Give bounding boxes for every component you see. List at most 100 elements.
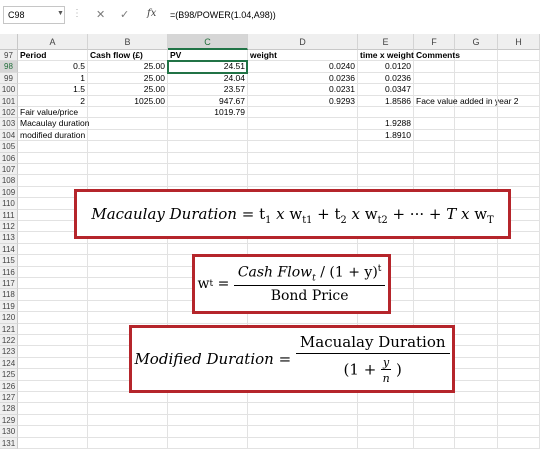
row-header-116[interactable]: 116 — [0, 266, 18, 278]
cell-c105[interactable] — [168, 141, 248, 153]
cell-a126[interactable] — [18, 380, 88, 392]
cell-g106[interactable] — [455, 152, 498, 164]
cell-b117[interactable] — [88, 278, 168, 290]
cell-h130[interactable] — [498, 426, 540, 438]
cell-c100[interactable]: 23.57 — [168, 84, 248, 96]
cell-h118[interactable] — [498, 289, 540, 301]
cell-g107[interactable] — [455, 164, 498, 176]
row-header-128[interactable]: 128 — [0, 403, 18, 415]
cell-b106[interactable] — [88, 152, 168, 164]
cell-d104[interactable] — [248, 129, 358, 142]
cell-g131[interactable] — [455, 437, 498, 449]
cell-f115[interactable] — [414, 255, 455, 267]
row-header-117[interactable]: 117 — [0, 278, 18, 290]
row-header-113[interactable]: 113 — [0, 232, 18, 244]
cell-e101[interactable]: 1.8586 — [358, 95, 414, 107]
cell-d128[interactable] — [248, 403, 358, 415]
cell-a125[interactable] — [18, 369, 88, 381]
cell-e108[interactable] — [358, 175, 414, 187]
cell-h126[interactable] — [498, 380, 540, 392]
cell-g103[interactable] — [455, 118, 498, 130]
row-header-130[interactable]: 130 — [0, 426, 18, 438]
cell-e105[interactable] — [358, 141, 414, 153]
cell-h128[interactable] — [498, 403, 540, 415]
cell-e100[interactable]: 0.0347 — [358, 84, 414, 96]
cell-d99[interactable]: 0.0236 — [248, 72, 358, 85]
column-header-e[interactable]: E — [358, 34, 414, 50]
cell-h120[interactable] — [498, 312, 540, 324]
cell-d108[interactable] — [248, 175, 358, 187]
cell-f99[interactable] — [414, 72, 455, 85]
row-header-118[interactable]: 118 — [0, 289, 18, 301]
row-header-125[interactable]: 125 — [0, 369, 18, 381]
cell-e104[interactable]: 1.8910 — [358, 129, 414, 142]
cell-a98[interactable]: 0.5 — [18, 61, 88, 73]
cell-e98[interactable]: 0.0120 — [358, 61, 414, 73]
cell-g126[interactable] — [455, 380, 498, 392]
cell-b97[interactable]: Cash flow (£) — [88, 50, 168, 62]
cell-f97[interactable]: Comments — [414, 50, 460, 62]
cell-h102[interactable] — [498, 107, 540, 119]
cell-d98[interactable]: 0.0240 — [248, 61, 358, 73]
cell-e99[interactable]: 0.0236 — [358, 72, 414, 85]
cell-a116[interactable] — [18, 266, 88, 278]
cell-h97[interactable] — [498, 50, 540, 62]
row-header-108[interactable]: 108 — [0, 175, 18, 187]
cell-h103[interactable] — [498, 118, 540, 130]
cell-a99[interactable]: 1 — [18, 72, 88, 85]
cell-h115[interactable] — [498, 255, 540, 267]
cell-g123[interactable] — [455, 346, 498, 358]
cell-f127[interactable] — [414, 392, 455, 404]
cell-e103[interactable]: 1.9288 — [358, 118, 414, 130]
cell-a122[interactable] — [18, 335, 88, 347]
cell-f129[interactable] — [414, 414, 455, 427]
cell-b108[interactable] — [88, 175, 168, 187]
cell-a106[interactable] — [18, 152, 88, 164]
cell-h122[interactable] — [498, 335, 540, 347]
cell-e127[interactable] — [358, 392, 414, 404]
cell-g127[interactable] — [455, 392, 498, 404]
cell-g121[interactable] — [455, 323, 498, 335]
cell-e107[interactable] — [358, 164, 414, 176]
cell-c129[interactable] — [168, 414, 248, 427]
cell-h101[interactable] — [498, 95, 540, 107]
row-header-107[interactable]: 107 — [0, 164, 18, 176]
row-header-99[interactable]: 99 — [0, 72, 18, 85]
row-header-98[interactable]: 98 — [0, 61, 18, 73]
cell-a119[interactable] — [18, 300, 88, 313]
row-header-123[interactable]: 123 — [0, 346, 18, 358]
cell-a124[interactable] — [18, 357, 88, 370]
cell-d103[interactable] — [248, 118, 358, 130]
row-header-102[interactable]: 102 — [0, 107, 18, 119]
cell-b104[interactable] — [88, 129, 168, 142]
cell-g120[interactable] — [455, 312, 498, 324]
cell-b102[interactable] — [88, 107, 168, 119]
cell-f116[interactable] — [414, 266, 455, 278]
column-header-b[interactable]: B — [88, 34, 168, 50]
cell-a103[interactable]: Macaulay duration — [18, 118, 89, 130]
row-header-97[interactable]: 97 — [0, 50, 18, 62]
cell-e130[interactable] — [358, 426, 414, 438]
cell-b101[interactable]: 1025.00 — [88, 95, 168, 107]
cell-g100[interactable] — [455, 84, 498, 96]
cell-f100[interactable] — [414, 84, 455, 96]
cell-b127[interactable] — [88, 392, 168, 404]
cell-h100[interactable] — [498, 84, 540, 96]
formula-input[interactable]: =(B98/POWER(1.04,A98)) — [170, 10, 276, 20]
cell-h129[interactable] — [498, 414, 540, 427]
row-header-114[interactable]: 114 — [0, 243, 18, 256]
cell-a121[interactable] — [18, 323, 88, 335]
row-header-131[interactable]: 131 — [0, 437, 18, 449]
cell-a100[interactable]: 1.5 — [18, 84, 88, 96]
cell-e129[interactable] — [358, 414, 414, 427]
cell-b99[interactable]: 25.00 — [88, 72, 168, 85]
cell-a107[interactable] — [18, 164, 88, 176]
cell-f131[interactable] — [414, 437, 455, 449]
cell-h98[interactable] — [498, 61, 540, 73]
cell-c127[interactable] — [168, 392, 248, 404]
cell-b107[interactable] — [88, 164, 168, 176]
chevron-down-icon[interactable]: ▼ — [57, 10, 64, 17]
row-header-119[interactable]: 119 — [0, 300, 18, 313]
cell-h127[interactable] — [498, 392, 540, 404]
cell-h119[interactable] — [498, 300, 540, 313]
